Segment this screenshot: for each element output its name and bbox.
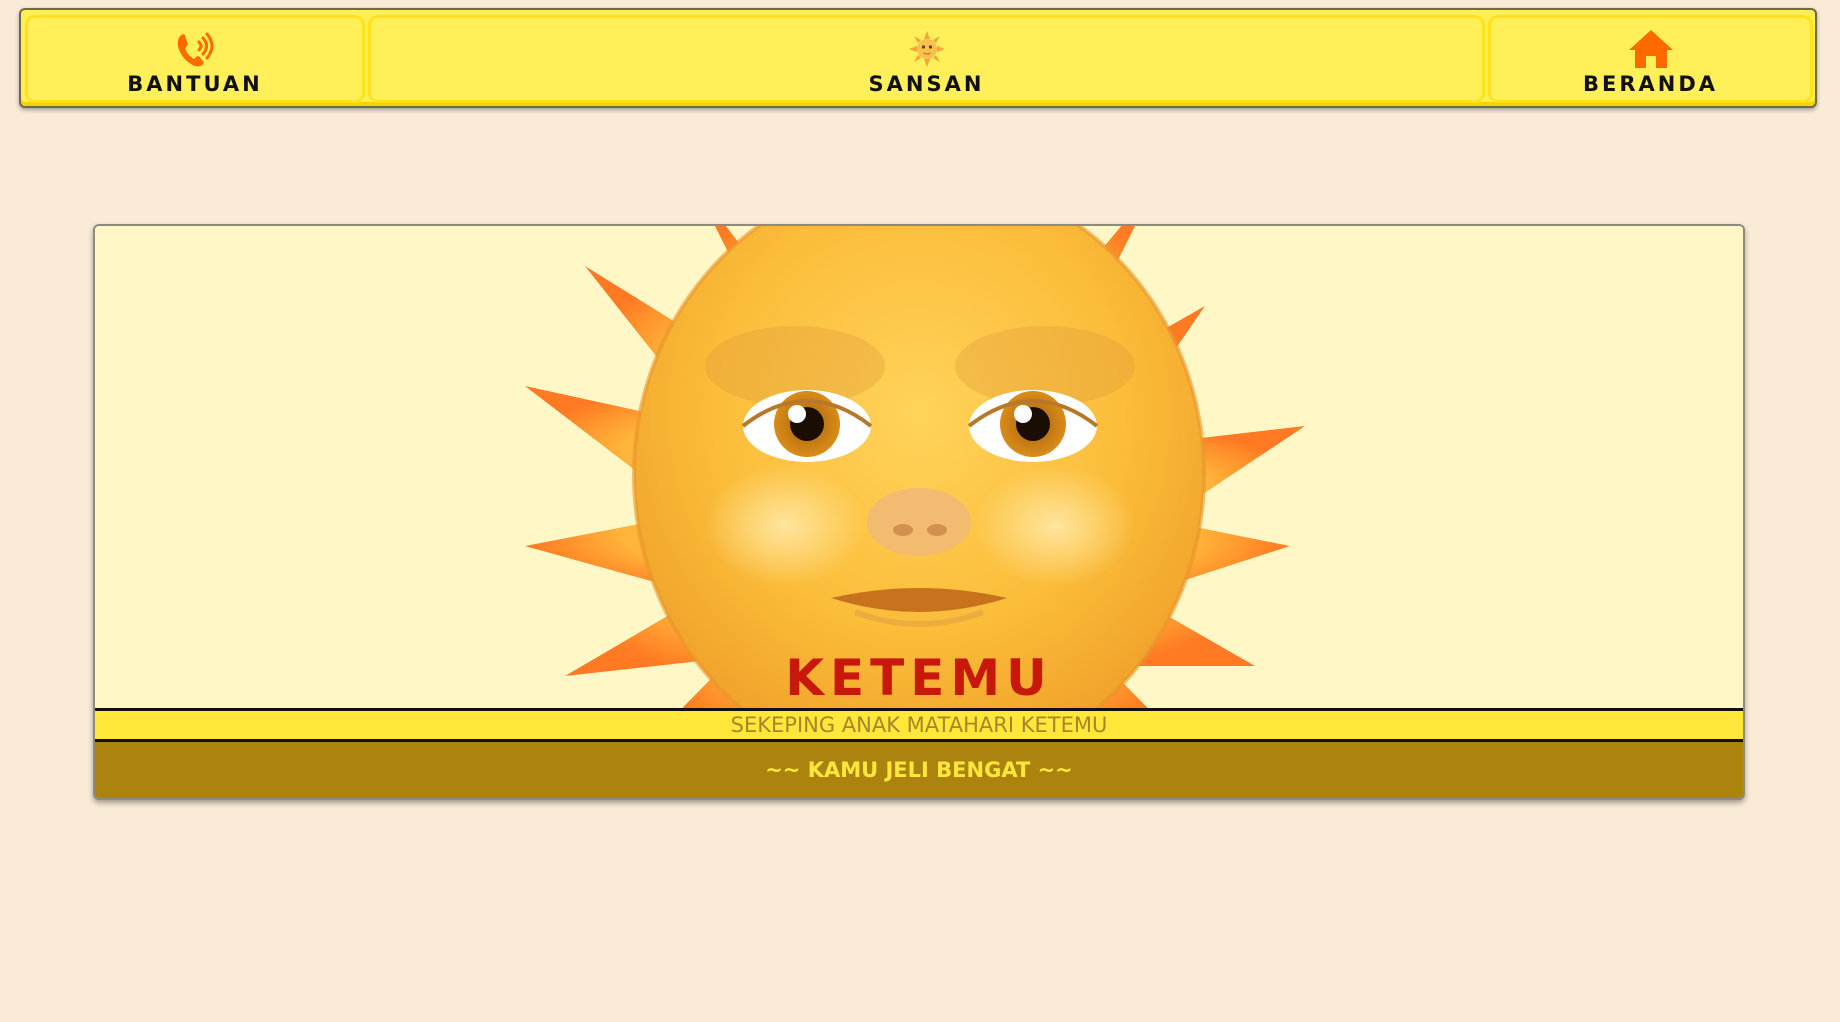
sun-face-image: [525, 226, 1305, 708]
phone-ringing-icon: [173, 28, 217, 70]
hero-image-area: KETEMU: [95, 226, 1743, 708]
result-title: KETEMU: [785, 649, 1053, 707]
home-icon: [1627, 28, 1675, 70]
result-footer: ~~ KAMU JELI BENGAT ~~: [95, 742, 1743, 798]
app-title-area: SANSAN: [368, 15, 1485, 103]
home-label: BERANDA: [1582, 72, 1719, 96]
help-button[interactable]: BANTUAN: [25, 15, 365, 103]
home-button[interactable]: BERANDA: [1488, 15, 1813, 103]
result-card: KETEMU SEKEPING ANAK MATAHARI KETEMU ~~ …: [93, 224, 1745, 800]
app-title-label: SANSAN: [868, 72, 985, 96]
top-nav-bar: BANTUAN SANSAN BERANDA: [19, 8, 1817, 108]
help-label: BANTUAN: [127, 72, 263, 96]
page: BANTUAN SANSAN BERANDA KETEMU SEKEPING A…: [0, 0, 1840, 1022]
sun-face-icon: [908, 28, 945, 70]
result-subtitle: SEKEPING ANAK MATAHARI KETEMU: [95, 708, 1743, 742]
